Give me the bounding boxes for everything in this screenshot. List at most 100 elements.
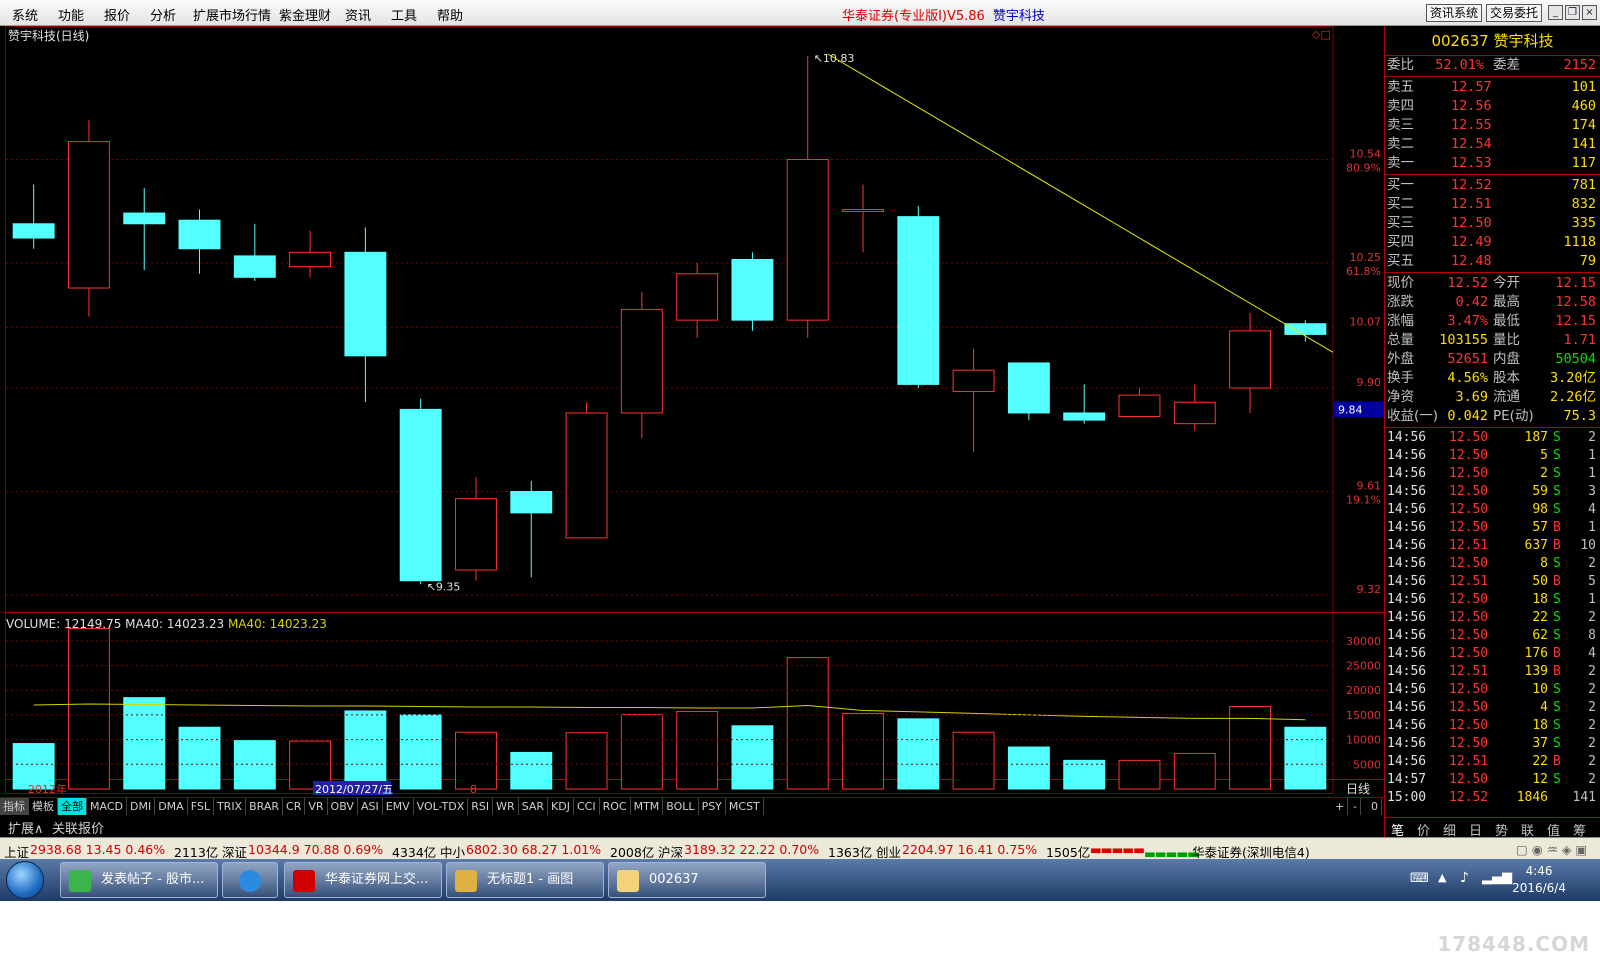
- tick-time: 14:56: [1387, 520, 1427, 535]
- indicator-tab-emv[interactable]: EMV: [383, 798, 414, 815]
- candle-body: [1284, 323, 1327, 335]
- indicator-tab-asi[interactable]: ASI: [358, 798, 383, 815]
- taskbar-item-media[interactable]: [222, 862, 278, 898]
- related-quote-button[interactable]: 关联报价: [52, 818, 104, 837]
- tick-count: 2: [1588, 718, 1596, 733]
- taskbar-item-huatai[interactable]: 华泰证券网上交...: [284, 862, 442, 898]
- tick-time: 14:56: [1387, 466, 1427, 481]
- bid-volume: 335: [1571, 215, 1596, 231]
- indicator-tab-obv[interactable]: OBV: [328, 798, 358, 815]
- indicator-tab-dma[interactable]: DMA: [155, 798, 188, 815]
- indicator-tab-cci[interactable]: CCI: [574, 798, 600, 815]
- tick-side: S: [1553, 736, 1561, 751]
- start-button[interactable]: [6, 861, 44, 899]
- trade-button[interactable]: 交易委托: [1486, 4, 1542, 22]
- ask-row: 卖一 12.53 117: [1385, 154, 1600, 173]
- tick-count: 4: [1588, 646, 1596, 661]
- tick-row: 14:56 12.50 2 S 1: [1385, 465, 1600, 483]
- indicator-tab-vr[interactable]: VR: [305, 798, 328, 815]
- indicator-tab-mcst[interactable]: MCST: [726, 798, 764, 815]
- taskbar-item-browser[interactable]: 发表帖子 - 股市...: [60, 862, 218, 898]
- close-icon[interactable]: ×: [1582, 5, 1597, 20]
- indicator-control-button[interactable]: -: [1350, 798, 1361, 815]
- ask-row: 卖五 12.57 101: [1385, 78, 1600, 97]
- menu-function[interactable]: 功能: [58, 5, 84, 24]
- indicator-tab-cr[interactable]: CR: [283, 798, 306, 815]
- index-label[interactable]: 深证: [222, 842, 247, 859]
- tick-row: 14:56 12.50 4 S 2: [1385, 699, 1600, 717]
- indicator-tab-psy[interactable]: PSY: [699, 798, 726, 815]
- taskbar-item-folder[interactable]: 002637: [608, 862, 766, 898]
- tick-side: S: [1553, 466, 1561, 481]
- tick-count: 8: [1588, 628, 1596, 643]
- indicator-control-button[interactable]: +: [1332, 798, 1349, 815]
- restore-icon[interactable]: ❐: [1565, 5, 1580, 20]
- tick-time: 14:56: [1387, 502, 1427, 517]
- bid-volume: 79: [1579, 253, 1596, 269]
- network-icon[interactable]: ▂▄▆: [1482, 870, 1512, 885]
- indicator-tab-kdj[interactable]: KDJ: [548, 798, 574, 815]
- menu-analysis[interactable]: 分析: [150, 5, 176, 24]
- tick-price: 12.51: [1449, 754, 1489, 769]
- tick-volume: 59: [1532, 484, 1548, 499]
- volume-tick-label: 15000: [1346, 709, 1381, 722]
- menu-extended-market[interactable]: 扩展市场行情: [193, 5, 271, 24]
- indicator-tab-dmi[interactable]: DMI: [127, 798, 156, 815]
- menu-help[interactable]: 帮助: [437, 5, 463, 24]
- taskbar-item-paint[interactable]: 无标题1 - 画图: [446, 862, 604, 898]
- index-label[interactable]: 沪深: [658, 842, 683, 859]
- indicator-tab-macd[interactable]: MACD: [87, 798, 127, 815]
- indicator-tab-rsi[interactable]: RSI: [468, 798, 494, 815]
- tick-price: 12.50: [1449, 448, 1489, 463]
- indicator-tab-vol-tdx[interactable]: VOL-TDX: [414, 798, 469, 815]
- candle-body: [510, 490, 553, 514]
- indicator-tab-brar[interactable]: BRAR: [246, 798, 284, 815]
- indicator-tab-sar[interactable]: SAR: [519, 798, 549, 815]
- kline-chart[interactable]: 10.54 10.25 10.07 9.90 9.61 9.32 80.9% 61.8% 19.…: [0, 26, 1384, 797]
- tick-side: S: [1553, 682, 1561, 697]
- indicator-tab-指标[interactable]: 指标: [0, 798, 29, 815]
- tick-count: 1: [1588, 592, 1596, 607]
- volume-icon[interactable]: ♪: [1460, 870, 1469, 886]
- stat-label: 净资: [1387, 389, 1414, 405]
- candle-body: [1118, 394, 1161, 418]
- ask-price: 12.54: [1451, 136, 1492, 152]
- menu-news[interactable]: 资讯: [345, 5, 371, 24]
- menu-system[interactable]: 系统: [12, 5, 38, 24]
- minimize-icon[interactable]: _: [1548, 5, 1563, 20]
- clock[interactable]: 4:46 2016/6/4: [1512, 863, 1566, 897]
- stock-code: 002637: [1431, 32, 1489, 50]
- indicator-tab-boll[interactable]: BOLL: [663, 798, 699, 815]
- indicator-tab-wr[interactable]: WR: [493, 798, 519, 815]
- index-label[interactable]: 创业: [876, 842, 901, 859]
- tick-row: 14:56 12.51 637 B 10: [1385, 537, 1600, 555]
- keyboard-icon[interactable]: ⌨: [1410, 871, 1429, 886]
- indicator-tab-mtm[interactable]: MTM: [631, 798, 664, 815]
- index-label[interactable]: 中小: [440, 842, 465, 859]
- tick-list[interactable]: 14:56 12.50 187 S 2 14:56 12.50 5 S 1 14:56 12.50 2 S…: [1385, 429, 1600, 807]
- media-player-icon: [239, 870, 261, 892]
- high-annotation: ↖10.83: [814, 52, 855, 65]
- month-tick-label: 8: [470, 783, 477, 796]
- tray-expand-icon[interactable]: ▲: [1438, 871, 1446, 884]
- expand-button[interactable]: 扩展∧: [8, 818, 44, 837]
- menu-zijin[interactable]: 紫金理财: [279, 5, 331, 24]
- indicator-tab-trix[interactable]: TRIX: [214, 798, 247, 815]
- news-system-button[interactable]: 资讯系统: [1426, 4, 1482, 22]
- broker-server[interactable]: 华泰证券(深圳电信4): [1192, 842, 1310, 859]
- tick-row: 14:56 12.51 139 B 2: [1385, 663, 1600, 681]
- index-label[interactable]: 上证: [4, 842, 29, 859]
- indicator-tab-全部[interactable]: 全部: [58, 798, 87, 815]
- tick-side: B: [1553, 754, 1561, 769]
- volume-bar: [952, 731, 995, 790]
- indicator-tab-fsl[interactable]: FSL: [188, 798, 214, 815]
- candle-body: [565, 412, 608, 539]
- indicator-control-button[interactable]: 0: [1368, 798, 1382, 815]
- tick-row: 14:56 12.50 57 B 1: [1385, 519, 1600, 537]
- indicator-tab-roc[interactable]: ROC: [600, 798, 631, 815]
- stat-value: 75.3: [1563, 408, 1596, 424]
- stock-name: 赞宇科技: [1493, 32, 1554, 50]
- indicator-tab-模板[interactable]: 模板: [29, 798, 58, 815]
- menu-quotes[interactable]: 报价: [104, 5, 130, 24]
- menu-tools[interactable]: 工具: [391, 5, 417, 24]
